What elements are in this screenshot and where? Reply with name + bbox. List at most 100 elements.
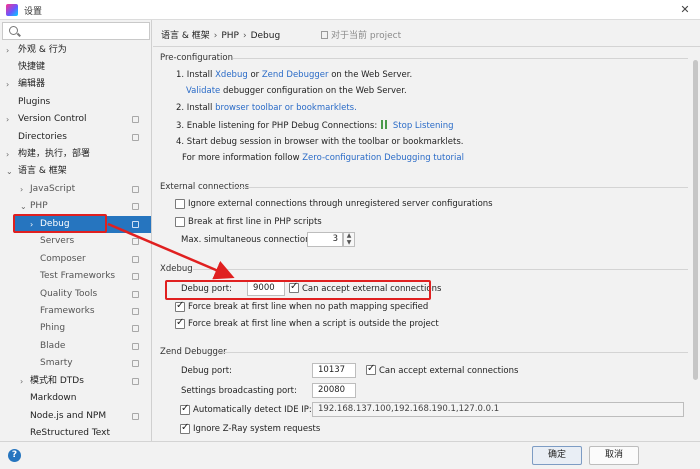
- app-logo-icon: [6, 4, 18, 16]
- listen-toggle-icon: [380, 120, 390, 129]
- sidebar-item-restructured-text[interactable]: ReStructured Text: [0, 425, 151, 441]
- sidebar-item-keymap[interactable]: 快捷键: [0, 59, 151, 76]
- breadcrumb-separator: ›: [242, 31, 247, 41]
- sidebar-item-label: JavaScript: [30, 184, 76, 194]
- ignore-zray-checkbox[interactable]: [180, 422, 190, 434]
- sidebar-item-php[interactable]: ⌄ PHP: [0, 198, 151, 215]
- broadcast-port-label: Settings broadcasting port:: [181, 386, 297, 396]
- ignore-external-label: Ignore external connections through unre…: [188, 199, 493, 209]
- chevron-right-icon: ›: [20, 377, 24, 386]
- ok-button[interactable]: 确定: [532, 446, 582, 465]
- sidebar-item-servers[interactable]: Servers: [0, 233, 151, 250]
- project-scope-icon: [132, 378, 139, 385]
- sidebar-item-appearance[interactable]: › 外观 & 行为: [0, 42, 151, 59]
- annotation-box-debug: [13, 214, 107, 233]
- ignore-external-checkbox[interactable]: [175, 199, 185, 209]
- sidebar-item-label: Directories: [18, 132, 67, 142]
- broadcast-port-input[interactable]: 20080: [312, 383, 356, 398]
- settings-search-input[interactable]: [2, 22, 150, 40]
- ide-ip-input[interactable]: 192.168.137.100,192.168.190.1,127.0.0.1: [312, 402, 684, 417]
- step3-text: 3. Enable listening for PHP Debug Connec…: [176, 121, 378, 131]
- project-scope-note: 对于当前 project: [321, 28, 401, 41]
- section-divider: [219, 352, 688, 353]
- breadcrumb-php: PHP: [221, 31, 239, 41]
- max-connections-input[interactable]: 3: [307, 232, 343, 247]
- sidebar-item-test-frameworks[interactable]: Test Frameworks: [0, 268, 151, 285]
- sidebar-item-schemas-dtds[interactable]: › 模式和 DTDs: [0, 373, 151, 390]
- preconfig-validate: Validate debugger configuration on the W…: [186, 86, 407, 96]
- sidebar-item-phing[interactable]: Phing: [0, 320, 151, 337]
- section-divider: [235, 187, 688, 188]
- project-scope-icon: [132, 343, 139, 350]
- browser-toolbar-link[interactable]: browser toolbar or bookmarklets.: [215, 103, 357, 113]
- project-scope-icon: [132, 413, 139, 420]
- stepper-down-icon[interactable]: ▼: [344, 240, 354, 246]
- sidebar-item-languages[interactable]: ⌄ 语言 & 框架: [0, 163, 151, 180]
- break-first-line-label: Break at first line in PHP scripts: [188, 217, 322, 227]
- vertical-scrollbar[interactable]: [693, 60, 698, 380]
- close-window-button[interactable]: ✕: [670, 1, 700, 19]
- sidebar-item-editor[interactable]: › 编辑器: [0, 76, 151, 93]
- sidebar-item-blade[interactable]: Blade: [0, 338, 151, 355]
- sidebar-item-label: Phing: [40, 323, 66, 333]
- preconfig-step1: 1. Install Xdebug or Zend Debugger on th…: [176, 70, 412, 80]
- sidebar-item-label: Frameworks: [40, 306, 95, 316]
- sidebar-item-plugins[interactable]: Plugins: [0, 94, 151, 111]
- zend-port-input[interactable]: 10137: [312, 363, 356, 378]
- force-break-outside-label: Force break at first line when a script …: [188, 319, 439, 329]
- zend-port-label: Debug port:: [181, 366, 232, 376]
- sidebar-item-label: Node.js and NPM: [30, 411, 107, 421]
- sidebar-item-composer[interactable]: Composer: [0, 251, 151, 268]
- sidebar-item-label: PHP: [30, 201, 48, 211]
- force-break-outside-checkbox[interactable]: [175, 317, 185, 329]
- auto-detect-ip-checkbox[interactable]: [180, 403, 190, 415]
- sidebar-item-build[interactable]: › 构建，执行，部署: [0, 146, 151, 163]
- title-bar: 设置 ✕: [0, 0, 700, 20]
- max-connections-label: Max. simultaneous connections:: [181, 235, 318, 245]
- project-scope-icon: [132, 134, 139, 141]
- sidebar-item-frameworks[interactable]: Frameworks: [0, 303, 151, 320]
- tutorial-link[interactable]: Zero-configuration Debugging tutorial: [302, 153, 464, 163]
- sidebar-item-markdown[interactable]: Markdown: [0, 390, 151, 407]
- stop-listening-link[interactable]: Stop Listening: [393, 121, 454, 131]
- sidebar-item-label: Version Control: [18, 114, 87, 124]
- zend-accept-external-checkbox[interactable]: [366, 363, 376, 375]
- sidebar-item-label: ReStructured Text: [30, 428, 111, 438]
- break-first-line-checkbox[interactable]: [175, 217, 185, 227]
- chevron-right-icon: ›: [6, 46, 10, 55]
- force-break-no-mapping-checkbox[interactable]: [175, 300, 185, 312]
- sidebar-item-label: 构建，执行，部署: [18, 149, 91, 159]
- sidebar-item-directories[interactable]: Directories: [0, 129, 151, 146]
- preconfig-more-info: For more information follow Zero-configu…: [182, 153, 464, 163]
- sidebar-item-label: Markdown: [30, 393, 77, 403]
- or-text: or: [250, 70, 260, 80]
- dialog-footer: ? 确定 取消: [0, 441, 700, 469]
- validate-link[interactable]: Validate: [186, 86, 220, 96]
- sidebar-item-label: Composer: [40, 254, 86, 264]
- help-icon[interactable]: ?: [8, 449, 21, 462]
- cancel-button[interactable]: 取消: [589, 446, 639, 465]
- project-scope-label: 对于当前 project: [331, 31, 402, 41]
- project-scope-icon: [132, 116, 139, 123]
- zend-title: Zend Debugger: [160, 347, 227, 357]
- sidebar-item-label: 外观 & 行为: [18, 45, 67, 55]
- sidebar-item-label: Plugins: [18, 97, 51, 107]
- project-scope-icon: [132, 238, 139, 245]
- zend-debugger-link[interactable]: Zend Debugger: [262, 70, 329, 80]
- max-connections-stepper[interactable]: ▲ ▼: [343, 232, 355, 247]
- project-scope-icon: [321, 31, 328, 39]
- more-info-text: For more information follow: [182, 153, 300, 163]
- sidebar-item-javascript[interactable]: › JavaScript: [0, 181, 151, 198]
- breadcrumb: 语言 & 框架 › PHP › Debug: [161, 28, 280, 41]
- xdebug-title: Xdebug: [160, 264, 193, 274]
- xdebug-link[interactable]: Xdebug: [215, 70, 248, 80]
- project-scope-icon: [132, 291, 139, 298]
- sidebar-item-label: 语言 & 框架: [18, 166, 67, 176]
- sidebar-item-version-control[interactable]: › Version Control: [0, 111, 151, 128]
- sidebar-item-smarty[interactable]: Smarty: [0, 355, 151, 372]
- sidebar-item-nodejs[interactable]: Node.js and NPM: [0, 408, 151, 425]
- project-scope-icon: [132, 256, 139, 263]
- section-divider: [233, 58, 688, 59]
- search-icon: [9, 26, 18, 35]
- sidebar-item-quality-tools[interactable]: Quality Tools: [0, 286, 151, 303]
